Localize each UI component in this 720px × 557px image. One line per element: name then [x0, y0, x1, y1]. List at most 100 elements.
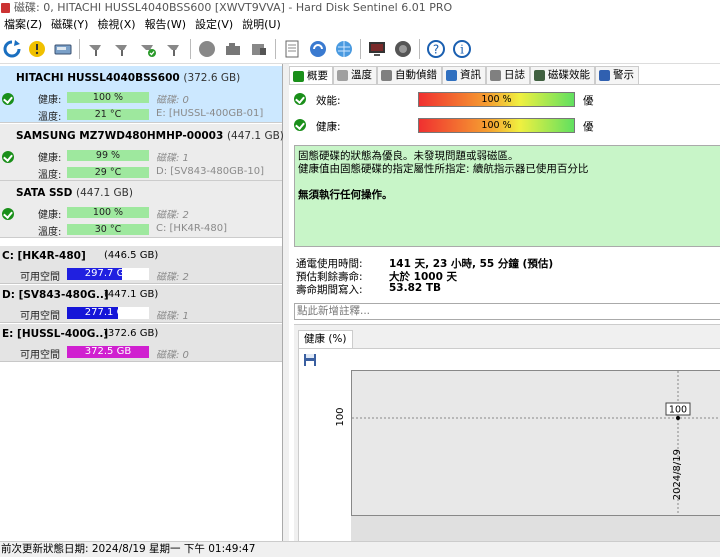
probe-icon-3[interactable] — [163, 38, 185, 60]
log-icon — [490, 70, 501, 81]
volume-item-e[interactable]: E: [HUSSL-400G..] (372.6 GB) 可用空間 372.5 … — [0, 324, 282, 362]
globe-icon[interactable] — [333, 38, 355, 60]
disk-index: 磁碟: 0 — [156, 95, 189, 106]
menu-bar: 檔案(Z) 磁碟(Y) 檢視(X) 報告(W) 設定(V) 說明(U) — [0, 16, 720, 34]
free-space-bar: 277.1 GB — [67, 307, 149, 319]
probe-icon[interactable] — [85, 38, 107, 60]
free-space-label: 可用空間 — [20, 311, 60, 322]
free-space-label: 可用空間 — [20, 350, 60, 361]
check-icon[interactable] — [137, 38, 159, 60]
disk-index: 磁碟: 1 — [156, 153, 189, 164]
tab-bar: 概要 溫度 自動偵錯 資訊 日誌 磁碟效能 警示 — [289, 66, 639, 85]
ok-status-icon — [2, 151, 14, 163]
tab-performance[interactable]: 磁碟效能 — [530, 66, 595, 84]
performance-rating: 優 — [583, 95, 594, 107]
tab-divider — [289, 84, 720, 85]
disk-item-1[interactable]: SAMSUNG MZ7WD480HMHP-00003 (447.1 GB) 健康… — [0, 124, 284, 181]
status-action-text: 無須執行任何操作。 — [298, 189, 393, 201]
volume-item-c[interactable]: C: [HK4R-480] (446.5 GB) 可用空間 297.7 GB 磁… — [0, 246, 282, 284]
temperature-bar: 29 °C — [67, 167, 149, 178]
disk-icon[interactable] — [52, 38, 74, 60]
y-tick-label: 100 — [335, 407, 346, 426]
ok-status-icon — [2, 208, 14, 220]
disk-item-0[interactable]: HITACHI HUSSL4040BSS600 (372.6 GB) 健康: 1… — [0, 66, 282, 123]
health-bar: 99 % — [67, 150, 149, 161]
performance-row: 效能: 100 % 優 — [294, 92, 604, 108]
speaker-icon[interactable] — [392, 38, 414, 60]
disk-index: 磁碟: 2 — [156, 272, 189, 283]
svg-text:?: ? — [433, 43, 439, 57]
thermometer-icon — [337, 70, 348, 81]
sync-icon[interactable] — [307, 38, 329, 60]
disk-index: 磁碟: 0 — [156, 350, 189, 361]
temperature-label: 溫度: — [38, 112, 62, 123]
notes-input[interactable]: 點此新增註釋... — [294, 303, 720, 320]
health-label: 健康: — [316, 121, 341, 133]
toolbar-separator — [190, 39, 191, 59]
details-pane: 概要 溫度 自動偵錯 資訊 日誌 磁碟效能 警示 效能: 100 % 優 健康:… — [289, 64, 720, 543]
monitor-icon[interactable] — [366, 38, 388, 60]
toolbar-separator — [79, 39, 80, 59]
status-message-line2: 健康值由固態硬碟的指定屬性所指定: 續航指示器已使用百分比 — [298, 163, 589, 175]
menu-report[interactable]: 報告(W) — [141, 16, 191, 34]
svg-text:i: i — [460, 43, 464, 57]
drive-icon[interactable] — [248, 38, 270, 60]
health-bar: 100 % — [67, 207, 149, 218]
written-value: 53.82 TB — [389, 282, 442, 294]
camera-icon[interactable] — [222, 38, 244, 60]
toolbar-separator — [419, 39, 420, 59]
volume-name: D: [SV843-480GB-10] — [156, 166, 264, 177]
menu-file[interactable]: 檔案(Z) — [0, 16, 47, 34]
free-space-label: 可用空間 — [20, 272, 60, 283]
health-bar: 100 % — [67, 92, 149, 103]
help-icon[interactable]: ? — [425, 38, 447, 60]
written-label: 壽命期間寫入: — [296, 284, 363, 296]
menu-settings[interactable]: 設定(V) — [191, 16, 238, 34]
tab-alerts[interactable]: 警示 — [595, 66, 639, 84]
window-title: 磁碟: 0, HITACHI HUSSL4040BSS600 [XWVT9VVA… — [14, 1, 453, 14]
circle-icon[interactable] — [196, 38, 218, 60]
volume-item-d[interactable]: D: [SV843-480G..] (447.1 GB) 可用空間 277.1 … — [0, 285, 282, 323]
app-icon — [1, 3, 10, 13]
chart-area: 健康 (%) 100 100 2024/8/19 — [294, 324, 720, 543]
volume-name: C: [HK4R-480] — [156, 223, 228, 234]
status-bar: 前次更新狀態日期: 2024/8/19 星期一 下午 01:49:47 — [0, 541, 720, 557]
document-icon[interactable] — [281, 38, 303, 60]
menu-help[interactable]: 說明(U) — [238, 16, 286, 34]
overview-icon — [293, 70, 304, 82]
disk-name: SAMSUNG MZ7WD480HMHP-00003 (447.1 GB) — [16, 130, 284, 142]
info-icon[interactable]: i — [451, 38, 473, 60]
volume-name: D: [SV843-480G..] — [2, 289, 109, 301]
health-rating: 優 — [583, 121, 594, 133]
chart-footer — [351, 516, 720, 543]
health-label: 健康: — [38, 95, 62, 106]
disk-name: HITACHI HUSSL4040BSS600 (372.6 GB) — [16, 72, 241, 84]
health-chart: 100 — [352, 371, 720, 517]
disk-name: SATA SSD (447.1 GB) — [16, 187, 133, 199]
volume-name: C: [HK4R-480] — [2, 250, 86, 262]
temperature-bar: 30 °C — [67, 224, 149, 235]
chart-tab-health[interactable]: 健康 (%) — [298, 330, 353, 348]
toolbar: ? i — [0, 34, 720, 64]
tab-overview[interactable]: 概要 — [289, 66, 333, 85]
free-space-bar: 372.5 GB — [67, 346, 149, 358]
performance-label: 效能: — [316, 95, 341, 107]
tab-information[interactable]: 資訊 — [442, 66, 486, 84]
health-label: 健康: — [38, 153, 62, 164]
chart-panel: 100 100 2024/8/19 — [298, 348, 720, 543]
disk-item-2[interactable]: SATA SSD (447.1 GB) 健康: 100 % 磁碟: 2 溫度: … — [0, 181, 282, 238]
alert-icon — [599, 70, 610, 81]
tab-log[interactable]: 日誌 — [486, 66, 530, 84]
temperature-label: 溫度: — [38, 170, 62, 181]
refresh-icon[interactable] — [1, 38, 23, 60]
menu-view[interactable]: 檢視(X) — [93, 16, 140, 34]
tab-temperature[interactable]: 溫度 — [333, 66, 377, 84]
save-icon[interactable] — [303, 353, 317, 367]
volume-size: (372.6 GB) — [104, 328, 159, 339]
warning-icon[interactable] — [26, 38, 48, 60]
data-point — [676, 416, 680, 420]
menu-disk[interactable]: 磁碟(Y) — [47, 16, 93, 34]
performance-icon — [534, 70, 545, 81]
probe-icon-2[interactable] — [111, 38, 133, 60]
tab-smart[interactable]: 自動偵錯 — [377, 66, 442, 84]
